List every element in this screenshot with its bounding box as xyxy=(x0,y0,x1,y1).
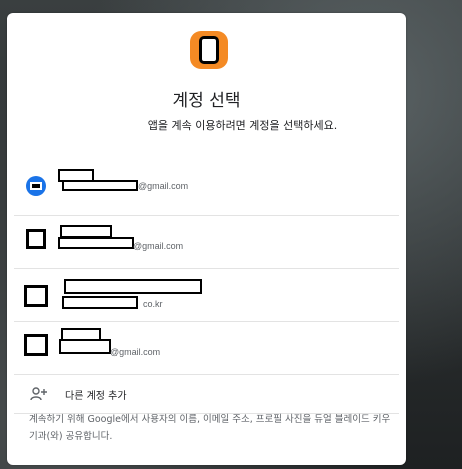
redacted-name xyxy=(64,279,202,294)
avatar xyxy=(24,334,48,356)
redacted-email xyxy=(62,180,138,191)
dialog-subtitle: 앱을 계속 이용하려면 계정을 선택하세요. xyxy=(147,119,338,132)
app-logo-icon xyxy=(190,31,228,69)
dialog-title: 계정 선택 xyxy=(172,91,241,111)
account-email-suffix: @gmail.com xyxy=(133,241,184,251)
account-email-suffix: @gmail.com xyxy=(110,347,161,357)
account-item[interactable]: @gmail.com xyxy=(14,163,399,216)
add-account-button[interactable]: 다른 계정 추가 xyxy=(14,375,399,414)
redacted-email xyxy=(59,339,111,354)
account-item[interactable]: @gmail.com xyxy=(14,322,399,375)
account-item[interactable]: @gmail.com xyxy=(14,216,399,269)
person-add-icon xyxy=(30,387,47,401)
account-email-suffix: @gmail.com xyxy=(138,181,189,191)
redacted-email xyxy=(62,296,138,309)
avatar xyxy=(26,176,46,196)
add-account-label: 다른 계정 추가 xyxy=(65,391,127,402)
account-email-suffix: co.kr xyxy=(143,299,163,309)
account-item[interactable]: co.kr xyxy=(14,269,399,322)
sharing-notice: 계속하기 위해 Google에서 사용자의 이름, 이메일 주소, 프로필 사진… xyxy=(29,414,391,442)
avatar xyxy=(26,229,46,249)
account-chooser-dialog: 계정 선택 앱을 계속 이용하려면 계정을 선택하세요. @gmail.com … xyxy=(7,13,406,465)
account-list: @gmail.com @gmail.com co.kr @gmail.com 다… xyxy=(14,163,399,414)
redacted-email xyxy=(58,237,134,249)
avatar xyxy=(24,285,48,307)
